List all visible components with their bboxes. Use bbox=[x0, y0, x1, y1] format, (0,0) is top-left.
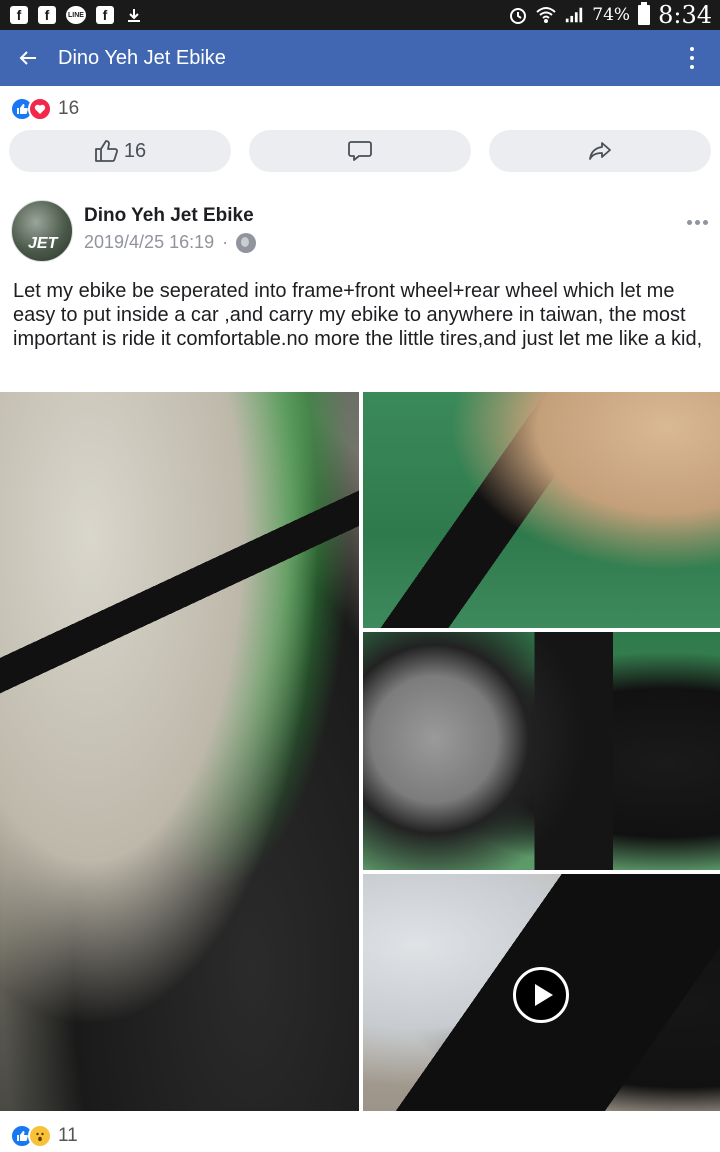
status-bar: f f LINE f 74% 8:34 bbox=[0, 0, 720, 30]
facebook-icon: f bbox=[38, 6, 56, 24]
avatar[interactable]: JET bbox=[11, 200, 73, 262]
reaction-summary[interactable]: 16 bbox=[10, 96, 79, 122]
page-title: Dino Yeh Jet Ebike bbox=[58, 46, 226, 69]
alarm-icon bbox=[508, 6, 528, 24]
share-icon bbox=[589, 142, 611, 160]
meta-separator: · bbox=[222, 232, 229, 252]
facebook-icon: f bbox=[10, 6, 28, 24]
reaction-summary-bottom[interactable]: 11 bbox=[10, 1123, 78, 1149]
wifi-icon bbox=[536, 6, 556, 24]
love-reaction-icon bbox=[28, 97, 52, 121]
like-button[interactable]: 16 bbox=[9, 130, 231, 172]
battery-percent: 74% bbox=[592, 5, 631, 25]
more-vertical-icon[interactable] bbox=[680, 44, 704, 72]
video-frame[interactable] bbox=[363, 874, 720, 1111]
photo-handlebar[interactable] bbox=[0, 392, 359, 1111]
globe-icon bbox=[236, 232, 257, 253]
wow-reaction-icon bbox=[28, 1124, 52, 1148]
post-author[interactable]: Dino Yeh Jet Ebike bbox=[84, 205, 254, 227]
app-bar: Dino Yeh Jet Ebike bbox=[0, 30, 720, 86]
facebook-icon: f bbox=[96, 6, 114, 24]
share-button[interactable] bbox=[489, 130, 711, 172]
comment-button[interactable] bbox=[249, 130, 471, 172]
post-meta: 2019/4/25 16:19 · bbox=[84, 232, 257, 253]
play-icon[interactable] bbox=[513, 967, 569, 1023]
post-text: Let my ebike be seperated into frame+fro… bbox=[13, 280, 703, 350]
thumbs-up-icon bbox=[94, 140, 118, 162]
back-button[interactable] bbox=[0, 30, 56, 86]
avatar-logo-text: JET bbox=[28, 235, 58, 252]
battery-icon bbox=[638, 2, 651, 25]
back-arrow-icon bbox=[19, 51, 36, 65]
post-options-button[interactable] bbox=[687, 220, 708, 225]
clock: 8:34 bbox=[658, 1, 712, 29]
more-horizontal-icon bbox=[687, 220, 692, 225]
post-timestamp[interactable]: 2019/4/25 16:19 bbox=[84, 232, 214, 253]
comment-icon bbox=[348, 141, 372, 161]
signal-icon bbox=[564, 6, 584, 24]
like-count: 16 bbox=[123, 139, 147, 162]
download-icon bbox=[124, 6, 144, 24]
line-icon: LINE bbox=[66, 6, 86, 24]
photo-disc-brake[interactable] bbox=[363, 632, 720, 870]
photo-handlebar-top[interactable] bbox=[363, 392, 720, 628]
reaction-count: 16 bbox=[58, 98, 80, 119]
reaction-count: 11 bbox=[58, 1125, 78, 1146]
